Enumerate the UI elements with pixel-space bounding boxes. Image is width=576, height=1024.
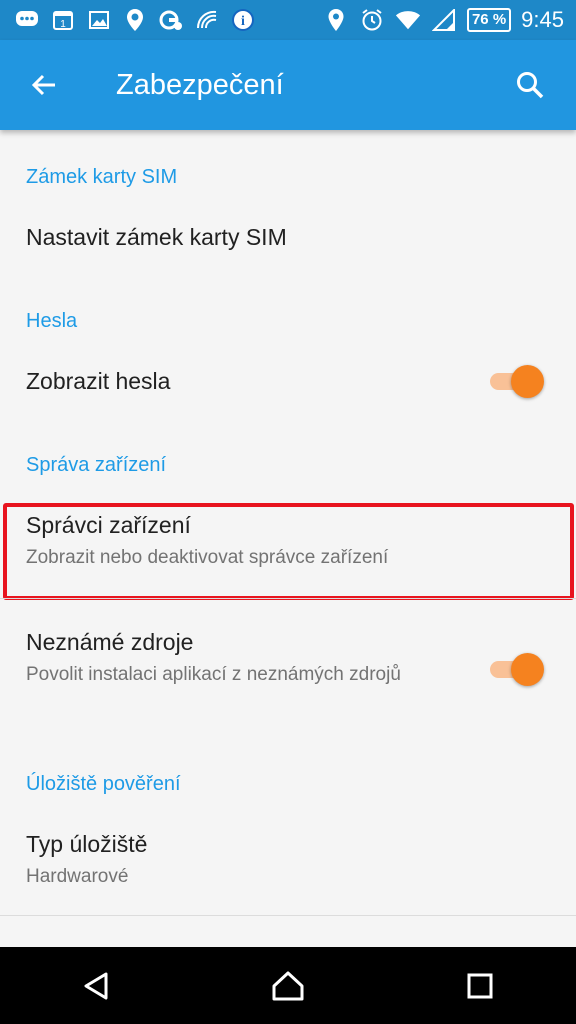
wifi-icon [395, 7, 421, 33]
nav-home-button[interactable] [248, 947, 328, 1024]
location-icon [323, 7, 349, 33]
storage-type-summary: Hardwarové [26, 866, 129, 887]
svg-text:i: i [241, 14, 245, 29]
search-icon [517, 72, 544, 99]
navigation-bar [0, 947, 576, 1024]
back-button[interactable] [14, 55, 74, 115]
image-icon [86, 7, 112, 33]
storage-type-item[interactable]: Typ úložiště Hardwarové [0, 803, 576, 913]
app-bar: Zabezpečení [0, 40, 576, 130]
section-header-sim-lock: Zámek karty SIM [26, 166, 178, 188]
nfc-icon [194, 7, 220, 33]
home-icon [272, 971, 304, 1000]
arrow-back-icon [31, 74, 55, 96]
show-passwords-switch[interactable] [490, 362, 544, 398]
sim-lock-item[interactable]: Nastavit zámek karty SIM [0, 196, 576, 276]
page-title: Zabezpečení [116, 68, 284, 101]
chat-icon [14, 7, 40, 33]
section-header-device-admin: Správa zařízení [26, 454, 167, 476]
alarm-icon [359, 7, 385, 33]
nav-recents-button[interactable] [440, 947, 520, 1024]
unknown-sources-title: Neznámé zdroje [26, 629, 194, 655]
switch-thumb [511, 653, 544, 686]
recents-icon [467, 973, 493, 998]
storage-type-title: Typ úložiště [26, 831, 148, 857]
show-passwords-item[interactable]: Zobrazit hesla [0, 340, 576, 420]
unknown-sources-switch[interactable] [490, 650, 544, 686]
nav-back-button[interactable] [56, 947, 136, 1024]
svg-text:1: 1 [60, 19, 66, 30]
highlight-box [3, 503, 574, 600]
back-icon [84, 972, 108, 999]
settings-list: Zámek karty SIM Nastavit zámek karty SIM… [0, 130, 576, 947]
sim-lock-title: Nastavit zámek karty SIM [26, 224, 287, 250]
section-header-passwords: Hesla [26, 310, 78, 332]
battery-indicator: 76 % [466, 8, 512, 32]
location-pin-icon [122, 7, 148, 33]
info-icon: i [230, 7, 256, 33]
calendar-icon: 1 [50, 7, 76, 33]
unknown-sources-item[interactable]: Neznámé zdroje Povolit instalaci aplikac… [0, 599, 576, 729]
search-button[interactable] [500, 55, 560, 115]
google-settings-icon [158, 7, 184, 33]
signal-icon [431, 7, 457, 33]
unknown-sources-summary: Povolit instalaci aplikací z neznámých z… [26, 664, 401, 685]
divider [0, 915, 576, 916]
switch-thumb [511, 365, 544, 398]
status-bar: 1 i 76 % 9:45 [0, 0, 576, 40]
show-passwords-title: Zobrazit hesla [26, 368, 171, 394]
section-header-credential-storage: Úložiště pověření [26, 773, 181, 795]
clock: 9:45 [521, 7, 564, 32]
